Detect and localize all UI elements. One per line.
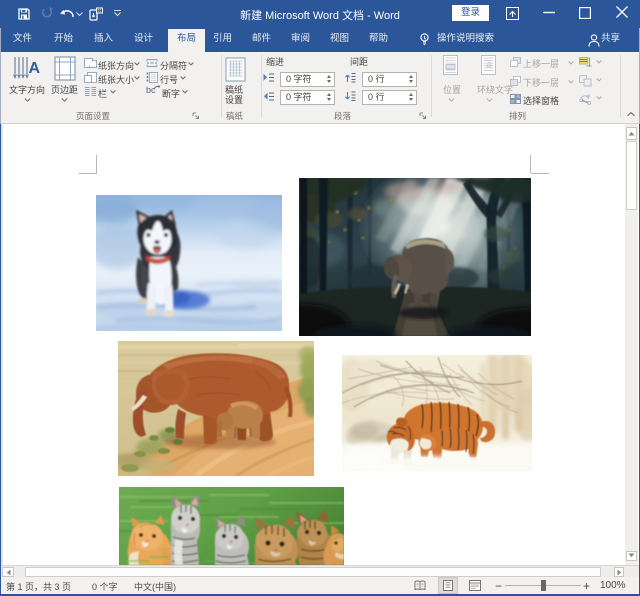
svg-text:A: A	[29, 60, 41, 77]
